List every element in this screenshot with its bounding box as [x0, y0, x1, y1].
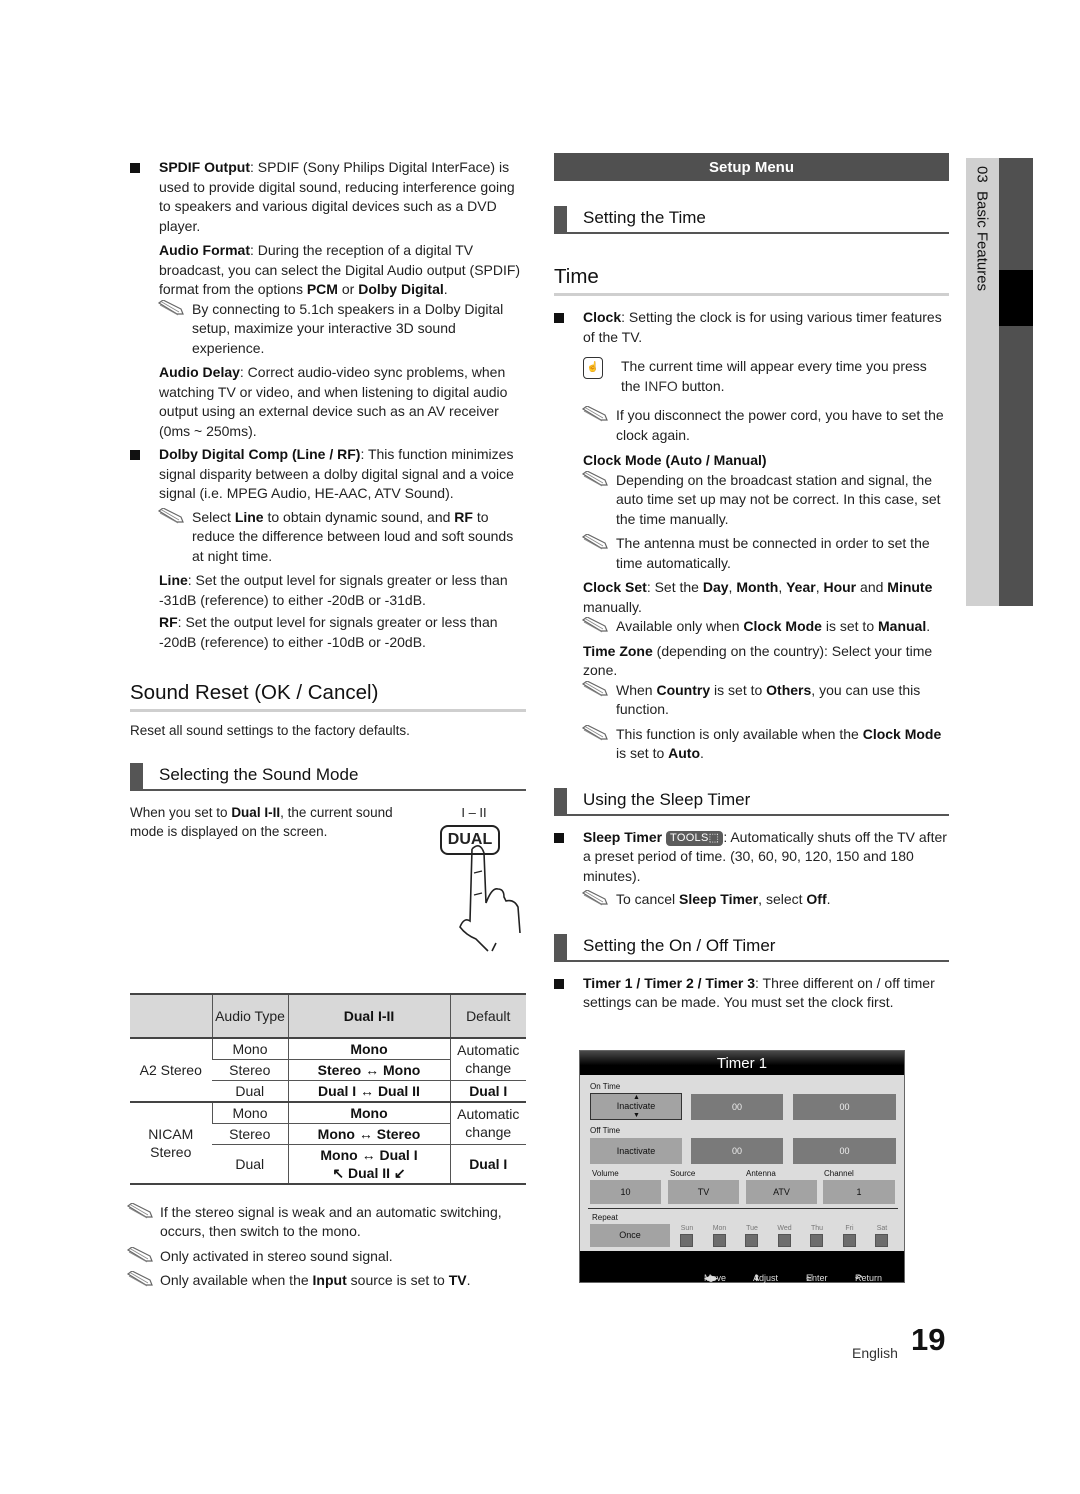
sound-reset-title: Sound Reset (OK / Cancel): [130, 680, 526, 712]
clock-mode-note-2: The antenna must be connected in order t…: [554, 534, 949, 573]
audio-format-item: Audio Format: During the reception of a …: [159, 242, 521, 297]
clock-mode-note-1: Depending on the broadcast station and s…: [554, 470, 949, 530]
pencil-note-icon: [581, 680, 608, 696]
day-checkbox-wed[interactable]: [777, 1234, 791, 1247]
on-time-minute-field[interactable]: 00: [793, 1094, 896, 1120]
dolby-comp-item: Dolby Digital Comp (Line / RF): This fun…: [130, 445, 526, 504]
timer-osd-screenshot: Timer 1 On Time ▲ Inactivate ▼ 00 00 Off…: [579, 1050, 905, 1283]
pencil-note-icon: [157, 299, 184, 315]
pencil-note-icon: [581, 534, 608, 550]
pencil-note-icon: [126, 1246, 153, 1262]
pencil-note-icon: [126, 1271, 153, 1287]
day-label: Fri: [845, 1225, 854, 1232]
on-off-timer-title: Setting the On / Off Timer: [554, 933, 949, 962]
sleep-timer-note: To cancel Sleep Timer, select Off.: [554, 890, 949, 910]
time-zone-note-2: This function is only available when the…: [554, 724, 949, 764]
remote-press-icon: ☝: [583, 357, 603, 379]
day-checkbox-fri[interactable]: [842, 1234, 856, 1247]
note-51ch: By connecting to 5.1ch speakers in a Dol…: [130, 299, 526, 359]
right-column: Setup Menu Setting the Time Time Clock: …: [554, 153, 949, 1013]
pencil-note-icon: [581, 470, 608, 486]
time-title: Time: [554, 264, 949, 296]
day-label: Wed: [777, 1225, 792, 1232]
power-cord-note: If you disconnect the power cord, you ha…: [554, 406, 949, 445]
dual-button-illustration: I – II DUAL: [436, 803, 526, 953]
pencil-note-icon: [581, 890, 608, 906]
off-time-activate-field[interactable]: Inactivate: [590, 1138, 682, 1164]
day-label: Thu: [810, 1225, 824, 1232]
clock-set-item: Clock Set: Set the Day, Month, Year, Hou…: [583, 579, 933, 615]
on-time-activate-field[interactable]: ▲ Inactivate ▼: [590, 1093, 682, 1120]
pencil-note-icon: [581, 724, 608, 740]
line-item: Line: Set the output level for signals g…: [159, 572, 508, 608]
day-checkbox-sat[interactable]: [875, 1234, 888, 1247]
source-field[interactable]: TV: [668, 1180, 739, 1204]
table-header-row: Audio Type Dual I-II Default: [130, 992, 526, 1039]
tools-button-chip: TOOLS⬚: [666, 830, 724, 846]
day-checkbox-sun[interactable]: [680, 1234, 693, 1247]
timer-osd-footer: ◀▶ Move ⬍ Adjust ⏎ Enter ↶ Return: [580, 1251, 904, 1283]
antenna-field[interactable]: ATV: [746, 1180, 817, 1204]
hand-pointer-icon: [459, 844, 521, 952]
clock-mode-label: Clock Mode (Auto / Manual): [583, 452, 767, 468]
tools-icon: ⬚: [708, 831, 720, 844]
pencil-note-icon: [157, 507, 184, 523]
sound-reset-desc: Reset all sound settings to the factory …: [130, 723, 410, 738]
clock-item: Clock: Setting the clock is for using va…: [554, 308, 949, 347]
audio-delay-item: Audio Delay: Correct audio-video sync pr…: [159, 364, 508, 439]
time-zone-item: Time Zone (depending on the country): Se…: [583, 642, 933, 679]
footer-language: English: [852, 1345, 898, 1361]
setup-menu-banner: Setup Menu: [554, 153, 949, 181]
clock-set-note: Available only when Clock Mode is set to…: [554, 617, 949, 637]
pencil-note-icon: [581, 406, 608, 422]
page-number: 19: [911, 1322, 946, 1357]
chapter-label: 03 Basic Features: [973, 166, 991, 292]
time-zone-note-1: When Country is set to Others, you can u…: [554, 680, 949, 720]
off-time-minute-field[interactable]: 00: [793, 1138, 896, 1164]
day-checkbox-mon[interactable]: [712, 1234, 726, 1247]
sound-mode-title: Selecting the Sound Mode: [130, 762, 526, 791]
day-label: Sun: [680, 1225, 694, 1232]
channel-field[interactable]: 1: [823, 1180, 895, 1204]
side-tab-marker: [999, 270, 1033, 326]
pencil-note-icon: [126, 1202, 153, 1218]
sound-mode-desc: When you set to Dual I-II, the current s…: [130, 804, 393, 840]
side-tab-bar: [999, 158, 1033, 606]
chapter-side-tab: 03 Basic Features: [966, 158, 999, 606]
on-time-hour-field[interactable]: 00: [691, 1094, 783, 1120]
off-time-hour-field[interactable]: 00: [691, 1138, 783, 1164]
sleep-timer-title: Using the Sleep Timer: [554, 787, 949, 816]
sound-mode-table: Audio Type Dual I-II Default A2 Stereo M…: [130, 992, 526, 1185]
note-stereo-only: Only activated in stereo sound signal.: [126, 1246, 526, 1267]
down-arrow-icon: ▼: [633, 1112, 640, 1119]
day-checkbox-thu[interactable]: [810, 1234, 823, 1247]
day-checkbox-tue[interactable]: [745, 1234, 758, 1247]
left-column: SPDIF Output: SPDIF (Sony Philips Digita…: [126, 158, 526, 1291]
sleep-timer-item: Sleep Timer TOOLS⬚: Automatically shuts …: [554, 828, 949, 887]
day-label: Sat: [876, 1225, 888, 1232]
day-label: Mon: [712, 1225, 727, 1232]
day-label: Tue: [746, 1225, 758, 1232]
note-line-rf: Select Line to obtain dynamic sound, and…: [130, 507, 526, 567]
table-row: A2 Stereo Mono Mono Automatic change: [130, 1037, 526, 1103]
divider: [588, 1208, 898, 1209]
info-note: ☝ The current time will appear every tim…: [554, 357, 949, 396]
note-weak-signal: If the stereo signal is weak and an auto…: [126, 1202, 526, 1242]
repeat-field[interactable]: Once: [590, 1224, 670, 1247]
note-input-tv: Only available when the Input source is …: [126, 1271, 526, 1291]
pencil-note-icon: [581, 617, 608, 633]
setting-time-title: Setting the Time: [554, 206, 949, 234]
rf-item: RF: Set the output level for signals gre…: [159, 614, 498, 650]
timer-osd-title: Timer 1: [580, 1051, 904, 1075]
spdif-output-item: SPDIF Output: SPDIF (Sony Philips Digita…: [130, 158, 526, 236]
timer-desc-item: Timer 1 / Timer 2 / Timer 3: Three diffe…: [554, 974, 949, 1013]
sound-mode-section: When you set to Dual I-II, the current s…: [130, 803, 526, 993]
table-row: NICAM Stereo Mono Mono Automatic change: [130, 1101, 526, 1185]
volume-field[interactable]: 10: [590, 1180, 661, 1204]
